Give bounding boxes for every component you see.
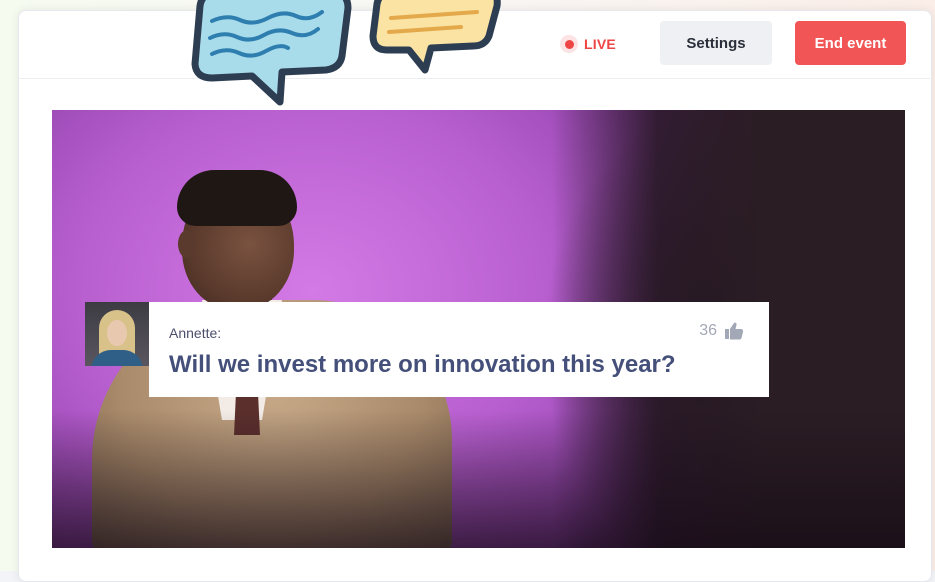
- record-dot-icon: [560, 35, 578, 53]
- question-card: Annette: Will we invest more on innovati…: [149, 302, 769, 397]
- chat-bubble-icon: [369, 0, 501, 74]
- speaker-hair: [177, 170, 297, 226]
- live-indicator: LIVE: [560, 33, 616, 55]
- settings-button[interactable]: Settings: [660, 21, 772, 65]
- topbar-divider: [18, 78, 930, 79]
- question-likes: 36: [699, 322, 744, 340]
- chat-bubble-icon: [191, 0, 352, 106]
- end-event-button[interactable]: End event: [795, 21, 906, 65]
- question-overlay: Annette: Will we invest more on innovati…: [85, 302, 769, 397]
- thumbs-up-icon[interactable]: [724, 322, 744, 340]
- likes-count: 36: [699, 322, 717, 339]
- avatar: [85, 302, 149, 366]
- question-author: Annette:: [169, 325, 222, 341]
- speaker-ear: [178, 230, 196, 258]
- question-text: Will we invest more on innovation this y…: [169, 351, 676, 378]
- live-label: LIVE: [584, 36, 616, 52]
- stage-vignette: [52, 410, 905, 548]
